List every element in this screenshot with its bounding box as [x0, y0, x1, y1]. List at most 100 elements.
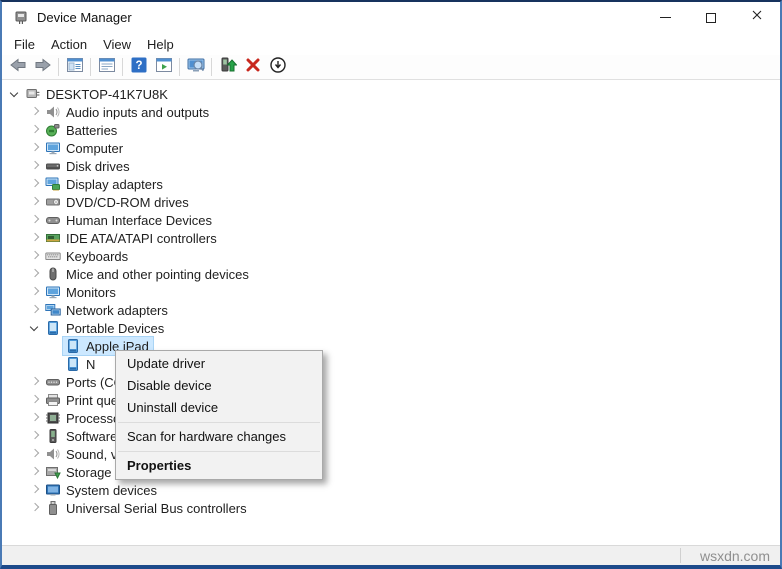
menu-file[interactable]: File: [6, 35, 43, 54]
tree-item-keyboards[interactable]: Keyboards: [2, 247, 780, 265]
properties-window-icon: [98, 56, 116, 79]
disable-device-button[interactable]: [265, 56, 290, 79]
chevron-right-icon[interactable]: [27, 446, 43, 462]
tree-item-label: N: [86, 356, 96, 372]
chevron-right-icon[interactable]: [27, 410, 43, 426]
chevron-right-icon[interactable]: [27, 176, 43, 192]
chevron-right-icon[interactable]: [27, 230, 43, 246]
tree-item-monitors[interactable]: Monitors: [2, 283, 780, 301]
tree-item-label: Display adapters: [66, 176, 163, 192]
tree-item-usb-controllers[interactable]: Universal Serial Bus controllers: [2, 499, 780, 517]
toolbar-separator: [179, 58, 180, 76]
scan-hardware-changes-button[interactable]: [183, 56, 208, 79]
properties-panel-button[interactable]: [94, 56, 119, 79]
context-menu-item-update-driver[interactable]: Update driver: [116, 353, 322, 375]
context-menu-separator: [118, 422, 320, 423]
toolbar: ?: [2, 55, 780, 80]
svg-text:?: ?: [135, 60, 142, 72]
show-console-tree-button[interactable]: [62, 56, 87, 79]
printer-icon: [45, 392, 61, 408]
chevron-right-icon[interactable]: [27, 302, 43, 318]
tree-item-batteries[interactable]: Batteries: [2, 121, 780, 139]
chevron-down-icon[interactable]: [27, 320, 43, 336]
tree-item-dvd[interactable]: DVD/CD-ROM drives: [2, 193, 780, 211]
action-window-button[interactable]: [151, 56, 176, 79]
chevron-right-icon[interactable]: [27, 482, 43, 498]
help-button[interactable]: ?: [126, 56, 151, 79]
tree-item-label: Monitors: [66, 284, 116, 300]
maximize-button[interactable]: [688, 2, 734, 33]
uninstall-device-button[interactable]: [240, 56, 265, 79]
portable-device-icon: [45, 320, 61, 336]
close-button[interactable]: [734, 2, 780, 33]
chevron-right-icon[interactable]: [27, 266, 43, 282]
chevron-right-icon[interactable]: [27, 374, 43, 390]
action-window-icon: [155, 56, 173, 79]
toolbar-separator: [58, 58, 59, 76]
serial-port-icon: [45, 374, 61, 390]
context-menu-item-scan-hardware[interactable]: Scan for hardware changes: [116, 426, 322, 448]
storage-controller-icon: [45, 464, 61, 480]
tree-item-label: Computer: [66, 140, 124, 156]
toolbar-separator: [90, 58, 91, 76]
tree-item-label: Portable Devices: [66, 320, 165, 336]
status-bar-separator: [680, 548, 681, 563]
dvd-drive-icon: [45, 194, 61, 210]
back-button[interactable]: [5, 56, 30, 79]
forward-button[interactable]: [30, 56, 55, 79]
menu-action[interactable]: Action: [43, 35, 95, 54]
chevron-right-icon[interactable]: [27, 392, 43, 408]
minimize-button[interactable]: [642, 2, 688, 33]
tree-item-label: Disk drives: [66, 158, 130, 174]
chevron-right-icon[interactable]: [27, 212, 43, 228]
chevron-right-icon[interactable]: [27, 158, 43, 174]
toolbar-separator: [122, 58, 123, 76]
menu-bar: File Action View Help: [2, 33, 780, 55]
chevron-right-icon[interactable]: [27, 464, 43, 480]
monitor-icon: [45, 140, 61, 156]
chevron-right-icon[interactable]: [27, 284, 43, 300]
update-driver-icon: [219, 56, 238, 79]
chevron-right-icon[interactable]: [27, 140, 43, 156]
tree-item-ide[interactable]: IDE ATA/ATAPI controllers: [2, 229, 780, 247]
tree-item-label: Network adapters: [66, 302, 168, 318]
tree-item-system-devices[interactable]: System devices: [2, 481, 780, 499]
chevron-right-icon[interactable]: [27, 500, 43, 516]
ide-controller-icon: [45, 230, 61, 246]
menu-help[interactable]: Help: [139, 35, 182, 54]
hdd-icon: [45, 158, 61, 174]
display-adapter-icon: [45, 176, 61, 192]
tree-item-network-adapters[interactable]: Network adapters: [2, 301, 780, 319]
chevron-down-icon[interactable]: [7, 86, 23, 102]
chevron-right-icon[interactable]: [27, 104, 43, 120]
tree-item-disk-drives[interactable]: Disk drives: [2, 157, 780, 175]
context-menu-item-uninstall-device[interactable]: Uninstall device: [116, 397, 322, 419]
sound-icon: [45, 446, 61, 462]
maximize-icon: [706, 12, 716, 23]
forward-icon: [34, 56, 52, 79]
battery-icon: [45, 122, 61, 138]
monitor-icon: [45, 284, 61, 300]
chevron-right-icon[interactable]: [27, 428, 43, 444]
tree-item-hid[interactable]: Human Interface Devices: [2, 211, 780, 229]
tree-item-label: IDE ATA/ATAPI controllers: [66, 230, 217, 246]
chevron-right-icon[interactable]: [27, 194, 43, 210]
update-driver-button[interactable]: [215, 56, 240, 79]
tree-item-label: Human Interface Devices: [66, 212, 212, 228]
tree-item-audio[interactable]: Audio inputs and outputs: [2, 103, 780, 121]
tree-item-mice[interactable]: Mice and other pointing devices: [2, 265, 780, 283]
context-menu-item-properties[interactable]: Properties: [116, 455, 322, 477]
close-icon: [750, 8, 764, 27]
chevron-right-icon[interactable]: [27, 248, 43, 264]
chevron-right-icon[interactable]: [27, 122, 43, 138]
context-menu-item-disable-device[interactable]: Disable device: [116, 375, 322, 397]
tree-item-label: Keyboards: [66, 248, 129, 264]
tree-item-display-adapters[interactable]: Display adapters: [2, 175, 780, 193]
tree-item-label: System devices: [66, 482, 158, 498]
tree-item-portable-devices[interactable]: Portable Devices: [2, 319, 780, 337]
tree-item-computer[interactable]: Computer: [2, 139, 780, 157]
tree-item-computer-root[interactable]: DESKTOP-41K7U8K: [2, 85, 780, 103]
disable-down-arrow-icon: [269, 56, 287, 79]
menu-view[interactable]: View: [95, 35, 139, 54]
